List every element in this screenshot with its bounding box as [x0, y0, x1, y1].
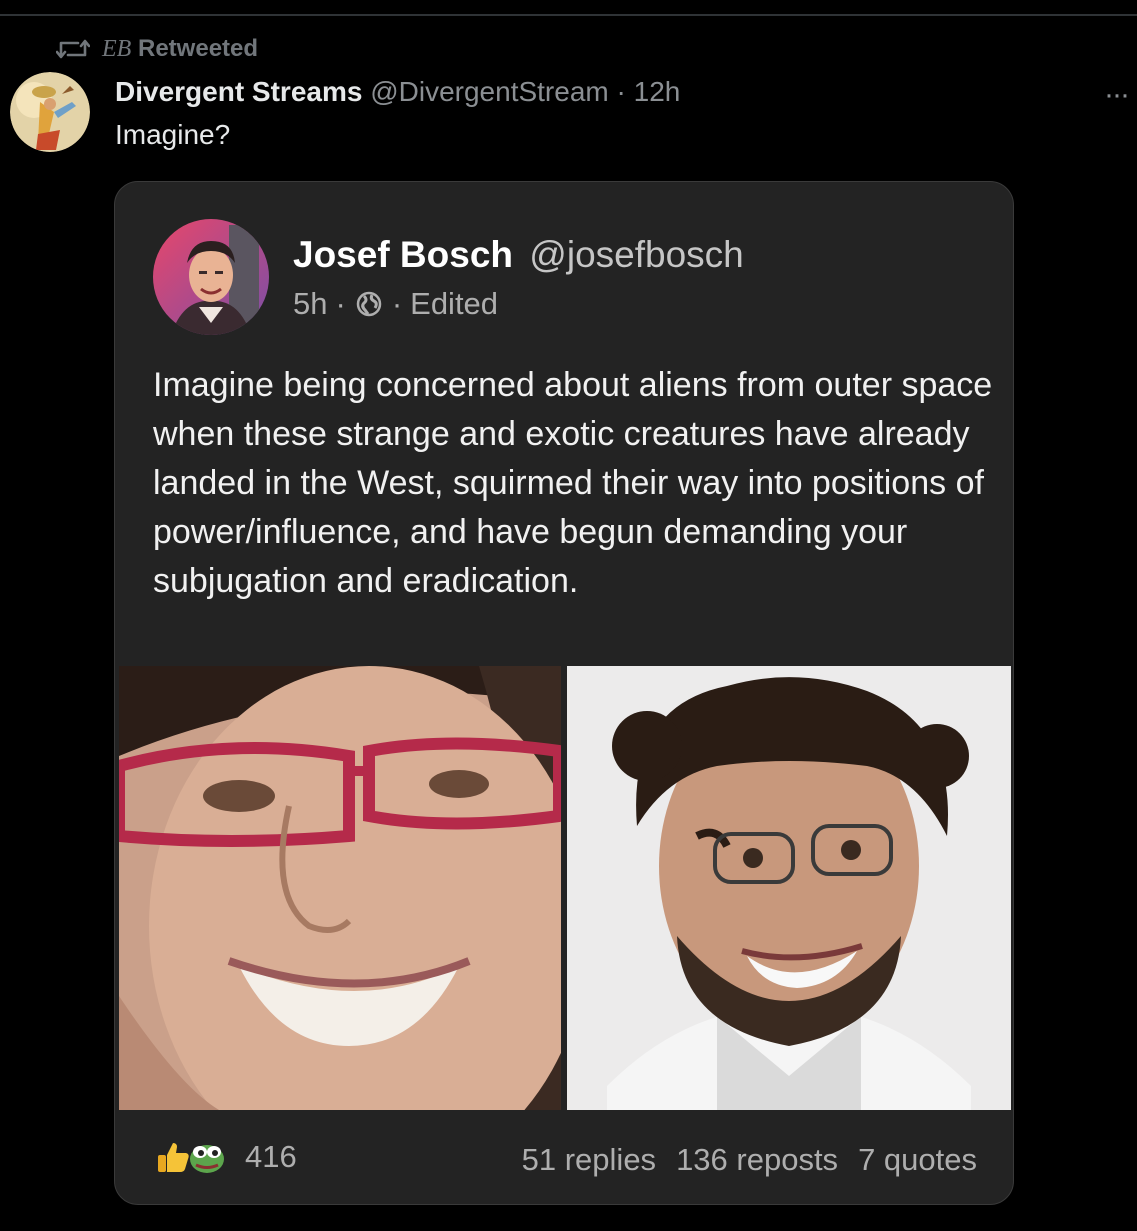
top-divider: [0, 14, 1137, 16]
quoted-time: 5h: [293, 286, 328, 321]
author-avatar[interactable]: [10, 72, 90, 152]
quoted-separator-2: ·: [391, 286, 403, 321]
engagement-stats: 51 replies 136 reposts 7 quotes: [522, 1142, 977, 1178]
author-name[interactable]: Divergent Streams: [115, 76, 362, 107]
tweet-text: Imagine?: [115, 119, 231, 150]
quoted-meta: 5h · · Edited: [293, 286, 498, 322]
quoted-author-line: Josef Bosch @josefbosch: [293, 234, 744, 276]
quotes-count: 7 quotes: [858, 1142, 977, 1177]
reaction-icons: [153, 1137, 227, 1177]
globe-icon: [356, 291, 382, 317]
retweeted-text: Retweeted: [138, 35, 259, 62]
author-handle[interactable]: @DivergentStream: [370, 76, 609, 107]
quoted-screenshot[interactable]: Josef Bosch @josefbosch 5h · · Edited Im…: [114, 181, 1014, 1205]
header-separator: ·: [616, 76, 626, 107]
reposts-count: 136 reposts: [676, 1142, 839, 1177]
pepe-frog-icon: [190, 1145, 224, 1173]
quoted-author-avatar: [153, 219, 269, 335]
retweet-label: EB Retweeted: [102, 35, 258, 63]
tweet-time[interactable]: 12h: [634, 76, 681, 107]
quoted-author-name: Josef Bosch: [293, 234, 514, 275]
retweet-icon: [56, 39, 90, 59]
edited-label: Edited: [410, 286, 499, 321]
reaction-count: 416: [245, 1139, 297, 1174]
retweeter-name: EB: [102, 36, 132, 62]
reactions[interactable]: 416: [153, 1137, 297, 1177]
quoted-author-handle: @josefbosch: [529, 234, 744, 275]
tweet-header: Divergent Streams @DivergentStream · 12h: [115, 76, 680, 108]
replies-count: 51 replies: [521, 1142, 657, 1177]
quoted-body: Imagine being concerned about aliens fro…: [153, 366, 993, 600]
photo-man-with-glasses: [567, 666, 1011, 1110]
more-options-icon[interactable]: ···: [1104, 78, 1130, 112]
quoted-separator: ·: [335, 286, 346, 321]
photo-woman-with-glasses: [119, 666, 561, 1110]
retweet-context[interactable]: EB Retweeted: [56, 34, 258, 64]
